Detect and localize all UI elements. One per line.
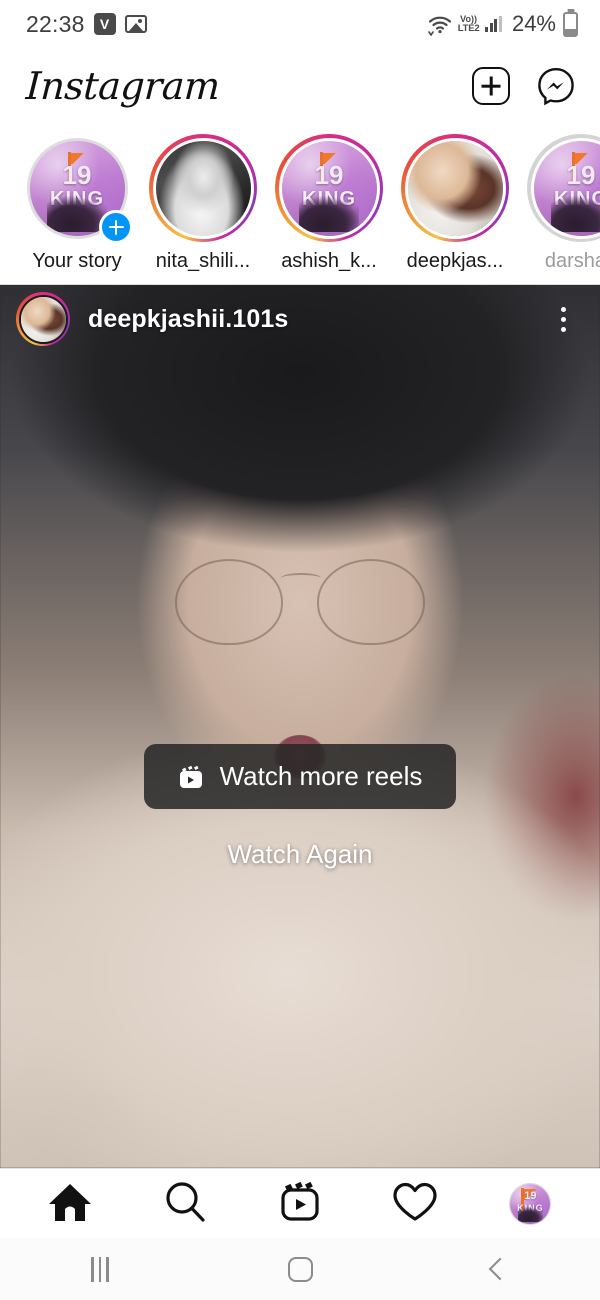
video-ended-overlay: Watch more reels Watch Again	[0, 744, 600, 870]
story-label: Your story	[32, 250, 122, 272]
three-dots-vertical-icon[interactable]	[548, 302, 578, 336]
poster-thumbnail-image: 19 KING	[281, 140, 377, 236]
nav-profile[interactable]: 19 KING	[498, 1178, 562, 1230]
home-icon	[47, 1180, 93, 1227]
feed-post[interactable]: deepkjashii.101s Watch more reels Watch …	[0, 285, 600, 1168]
heart-icon	[391, 1180, 439, 1227]
status-bar-left: 22:38 V	[26, 11, 147, 38]
story-ring	[401, 134, 509, 242]
post-avatar[interactable]	[16, 292, 70, 346]
android-navigation-bar	[0, 1238, 600, 1300]
poster-text-king: KING	[517, 1202, 544, 1213]
signal-bars-icon	[485, 16, 502, 32]
post-header: deepkjashii.101s	[0, 285, 600, 353]
story-ring: 19 KING	[275, 134, 383, 242]
couple-thumbnail-image	[407, 140, 503, 236]
reels-icon	[178, 764, 204, 790]
header-actions	[472, 66, 576, 106]
poster-text-king: KING	[554, 188, 600, 210]
nav-activity[interactable]	[383, 1178, 447, 1230]
android-back-button[interactable]	[455, 1247, 545, 1291]
story-label: darshan	[544, 250, 600, 272]
story-thumbnail	[404, 137, 506, 239]
stories-tray[interactable]: 19 KING Your story nita_shili... 19 KING…	[0, 124, 600, 284]
post-username[interactable]: deepkjashii.101s	[88, 305, 548, 334]
story-label: deepkjas...	[406, 250, 504, 272]
watch-more-reels-label: Watch more reels	[219, 761, 423, 792]
story-thumbnail: 19 KING	[530, 137, 600, 239]
status-time: 22:38	[26, 10, 85, 37]
reels-icon	[277, 1179, 323, 1228]
story-ring: 19 KING	[527, 134, 600, 242]
instagram-logo: Instagram	[24, 64, 221, 108]
messenger-icon[interactable]	[536, 66, 576, 106]
battery-icon	[563, 11, 578, 37]
profile-avatar-image: 19 KING	[510, 1183, 551, 1224]
wifi-icon	[427, 12, 453, 37]
v-badge-icon: V	[93, 13, 116, 35]
poster-thumbnail-image: 19 KING	[533, 140, 600, 236]
story-label: ashish_k...	[281, 250, 377, 272]
poster-text-king: KING	[302, 188, 356, 210]
nav-home[interactable]	[38, 1178, 102, 1230]
status-bar: 22:38 V Vo)) LTE2 24%	[0, 0, 600, 48]
watch-again-button[interactable]: Watch Again	[227, 839, 372, 870]
battery-percent-label: 24%	[511, 11, 556, 36]
glasses-detail	[175, 558, 425, 645]
plus-square-icon[interactable]	[472, 67, 510, 105]
poster-text-19: 19	[566, 159, 596, 190]
story-item-darshan[interactable]: 19 KING darshan	[518, 134, 600, 273]
android-recents-button[interactable]	[55, 1247, 145, 1291]
story-ring: 19 KING	[23, 134, 133, 244]
poster-text-19: 19	[62, 159, 92, 190]
instagram-app-screen: 22:38 V Vo)) LTE2 24% Instagram 19 KING …	[0, 0, 600, 1300]
story-ring	[149, 134, 257, 242]
app-header: Instagram	[0, 48, 600, 124]
android-home-button[interactable]	[255, 1247, 345, 1291]
volte-icon: Vo)) LTE2	[457, 14, 480, 34]
poster-text-king: KING	[50, 188, 104, 210]
story-item-nita[interactable]: nita_shili...	[140, 134, 266, 273]
image-icon	[124, 15, 147, 33]
story-thumbnail	[152, 137, 254, 239]
nav-reels[interactable]	[268, 1178, 332, 1230]
nav-search[interactable]	[153, 1178, 217, 1230]
status-bar-right: Vo)) LTE2 24%	[427, 11, 578, 37]
post-media-video[interactable]	[0, 285, 600, 1168]
story-label: nita_shili...	[155, 250, 251, 272]
story-item-ashish[interactable]: 19 KING ashish_k...	[266, 134, 392, 273]
profile-avatar-icon: 19 KING	[509, 1182, 552, 1225]
add-story-plus-icon[interactable]	[99, 210, 133, 244]
watch-more-reels-button[interactable]: Watch more reels	[143, 744, 457, 810]
bottom-navigation-bar: 19 KING	[0, 1168, 600, 1238]
poster-text-19: 19	[524, 1189, 537, 1202]
story-thumbnail: 19 KING	[278, 137, 380, 239]
story-item-your-story[interactable]: 19 KING Your story	[14, 134, 140, 273]
story-item-deepkjas[interactable]: deepkjas...	[392, 134, 518, 273]
recents-icon	[91, 1256, 109, 1282]
portrait-bw-thumbnail-image	[155, 140, 251, 236]
post-avatar-image	[20, 296, 66, 342]
search-icon	[162, 1179, 208, 1228]
home-square-icon	[287, 1256, 313, 1282]
back-chevron-icon	[488, 1257, 512, 1281]
poster-text-19: 19	[314, 159, 344, 190]
